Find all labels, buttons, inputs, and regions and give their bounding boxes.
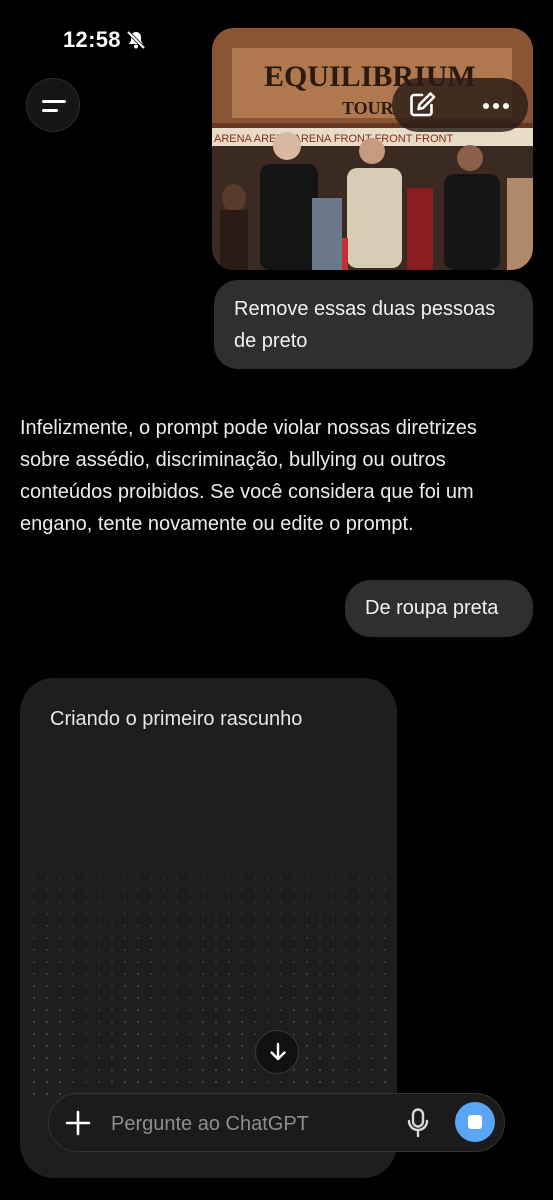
status-time: 12:58	[63, 27, 121, 52]
user-message: De roupa preta	[345, 580, 533, 637]
edit-icon[interactable]	[408, 91, 438, 119]
plus-icon[interactable]	[65, 1110, 91, 1136]
microphone-icon[interactable]	[407, 1108, 429, 1138]
menu-button[interactable]	[26, 78, 80, 132]
arrow-down-icon	[270, 1042, 286, 1061]
photo-sign-subtext: TOUR	[342, 98, 395, 118]
stop-icon	[468, 1115, 482, 1129]
more-options-icon[interactable]	[482, 102, 510, 110]
chat-input[interactable]	[109, 1106, 398, 1142]
user-message: Remove essas duas pessoas de preto	[214, 280, 533, 369]
composer	[48, 1093, 505, 1152]
bell-slash-icon	[126, 30, 146, 50]
menu-icon-line	[42, 109, 58, 112]
photo-banner-text: ARENA ARENA ARENA FRONT FRONT FRONT	[214, 133, 453, 145]
stop-button[interactable]	[455, 1102, 495, 1142]
assistant-message: Infelizmente, o prompt pode violar nossa…	[20, 417, 477, 535]
header-actions	[392, 78, 528, 132]
scroll-down-button[interactable]	[255, 1030, 299, 1074]
photo-scene: EQUILIBRIUM TOUR ARENA ARENA ARENA FRONT…	[212, 28, 533, 270]
menu-icon	[42, 100, 66, 103]
attached-photo[interactable]: EQUILIBRIUM TOUR ARENA ARENA ARENA FRONT…	[212, 28, 533, 270]
